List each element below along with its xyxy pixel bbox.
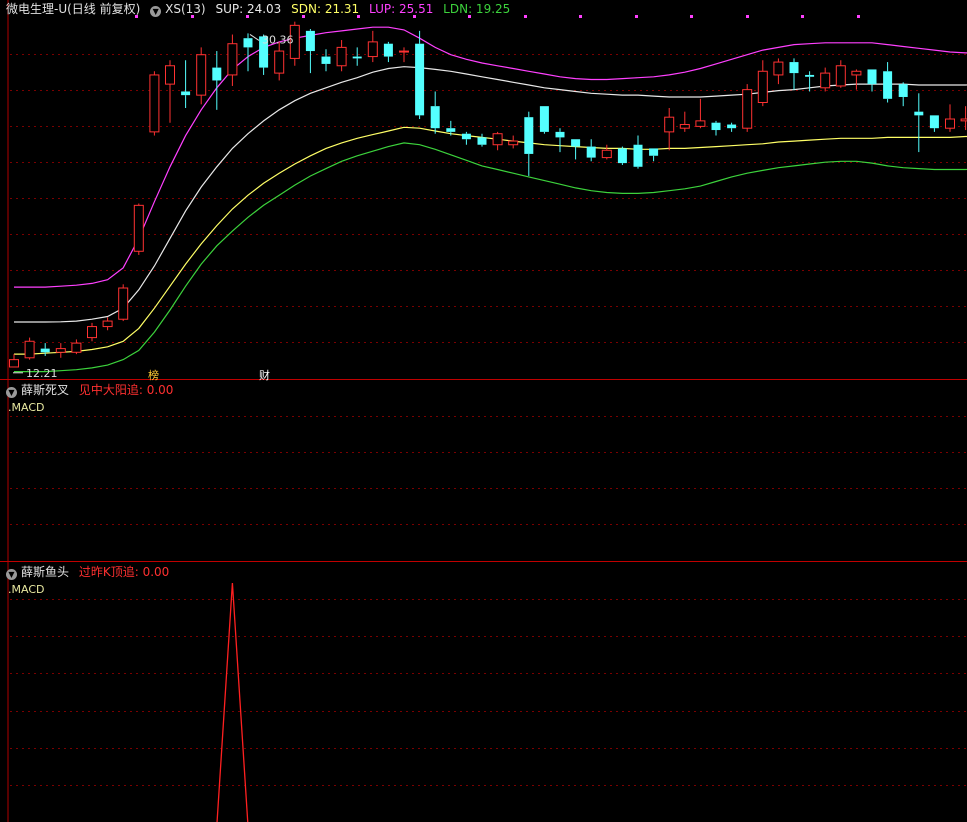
candle-down — [649, 148, 659, 156]
rank-tag[interactable]: 榜 — [148, 367, 159, 383]
sup-value: SUP: 24.03 — [215, 2, 282, 16]
panel3-sublabel: .MACD — [8, 583, 45, 596]
panel3-title[interactable]: 薛斯鱼头 — [21, 565, 69, 579]
ldn-value: LDN: 19.25 — [443, 2, 511, 16]
candle-up — [367, 41, 378, 58]
candle-down — [571, 139, 581, 147]
candle-down — [430, 106, 440, 129]
panel2-signal: 见中大阳追: 0.00 — [78, 383, 174, 397]
candle-down — [727, 124, 737, 129]
candle-down — [477, 137, 487, 145]
candle-down — [383, 43, 393, 57]
candle-up — [24, 340, 35, 359]
candle-down — [867, 69, 877, 85]
candle-down — [929, 115, 939, 129]
candle-up — [336, 46, 347, 67]
candle-up — [851, 70, 862, 76]
top-marker-dot — [635, 15, 638, 18]
top-marker-dot — [801, 15, 804, 18]
candle-up — [664, 116, 675, 133]
candle-down — [586, 146, 596, 158]
candle-down — [617, 148, 627, 164]
candle-down — [212, 67, 222, 81]
candle-down — [321, 56, 331, 64]
candle-down — [524, 117, 534, 154]
candle-up — [118, 287, 129, 320]
high-marker-label: 30.36 — [262, 33, 294, 46]
stock-title: 微电生理-U — [6, 2, 68, 16]
candle-up — [87, 326, 97, 339]
candle-up — [71, 342, 82, 353]
candle-down — [446, 128, 456, 132]
chart-canvas: 30.36 12.21 — [0, 0, 967, 822]
candle-up — [773, 61, 784, 76]
indicator-name[interactable]: XS(13) — [165, 2, 205, 16]
panel3-menu-icon[interactable]: ▼ — [6, 569, 17, 580]
candle-up — [133, 204, 144, 252]
candle-up — [835, 65, 846, 87]
candle-down — [40, 348, 50, 353]
low-marker-label: 12.21 — [26, 367, 58, 380]
candle-up — [9, 359, 19, 368]
candle-up — [55, 348, 66, 353]
candle-down — [633, 144, 643, 167]
candle-down — [352, 56, 362, 59]
candle-up — [102, 320, 113, 328]
candle-down — [711, 122, 721, 131]
panel2-menu-icon[interactable]: ▼ — [6, 387, 17, 398]
candle-down — [789, 62, 799, 74]
candle-down — [539, 106, 549, 132]
candle-up — [960, 118, 967, 122]
candle-down — [181, 91, 191, 96]
band-ldn-line — [14, 142, 967, 373]
candle-up — [492, 133, 503, 146]
indicator-menu-icon[interactable]: ▼ — [150, 6, 162, 17]
top-marker-dot — [524, 15, 527, 18]
candle-down — [305, 30, 315, 52]
candle-up — [820, 72, 831, 89]
top-marker-dot — [746, 15, 749, 18]
finance-tag[interactable]: 财 — [259, 367, 270, 383]
period-label: (日线 前复权) — [67, 2, 141, 16]
candle-up — [165, 65, 175, 85]
panel3-header: ▼ 薛斯鱼头 过昨K顶追: 0.00 — [6, 564, 175, 580]
candle-down — [914, 111, 924, 116]
band-lup-line — [14, 26, 967, 288]
candle-up — [601, 149, 612, 159]
top-marker-dot — [579, 15, 582, 18]
candle-up — [679, 124, 690, 129]
candle-down — [461, 133, 471, 140]
candle-up — [742, 89, 753, 129]
candle-down — [883, 71, 893, 99]
main-header: 微电生理-U(日线 前复权) ▼ XS(13) SUP: 24.03 SDN: 2… — [6, 1, 516, 17]
candle-up — [757, 70, 768, 103]
candle-down — [898, 84, 908, 97]
candle-up — [149, 74, 160, 133]
candle-up — [196, 54, 207, 96]
candle-down — [555, 131, 565, 138]
candle-up — [274, 50, 285, 74]
sdn-value: SDN: 21.31 — [291, 2, 360, 16]
top-marker-dot — [690, 15, 693, 18]
candle-up — [945, 118, 955, 129]
candle-down — [415, 43, 425, 116]
candle-up — [399, 50, 409, 53]
candle-up — [695, 120, 706, 127]
candle-down — [805, 74, 815, 77]
candle-up — [508, 140, 519, 146]
top-marker-dot — [857, 15, 860, 18]
lup-value: LUP: 25.51 — [369, 2, 434, 16]
panel2-header: ▼ 薛斯死叉 见中大阳追: 0.00 — [6, 382, 179, 398]
signal-spike-line — [216, 582, 249, 822]
panel3-signal: 过昨K顶追: 0.00 — [78, 565, 170, 579]
band-sdn-line — [14, 126, 967, 355]
panel2-title[interactable]: 薛斯死叉 — [21, 383, 69, 397]
candle-down — [243, 38, 253, 48]
panel2-sublabel: .MACD — [8, 401, 45, 414]
candle-up — [227, 43, 238, 76]
